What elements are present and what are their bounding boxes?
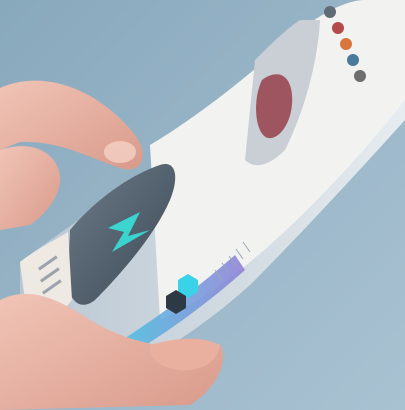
photo-scene xyxy=(0,0,405,410)
photo-illustration xyxy=(0,0,405,410)
fingernail xyxy=(104,141,136,163)
